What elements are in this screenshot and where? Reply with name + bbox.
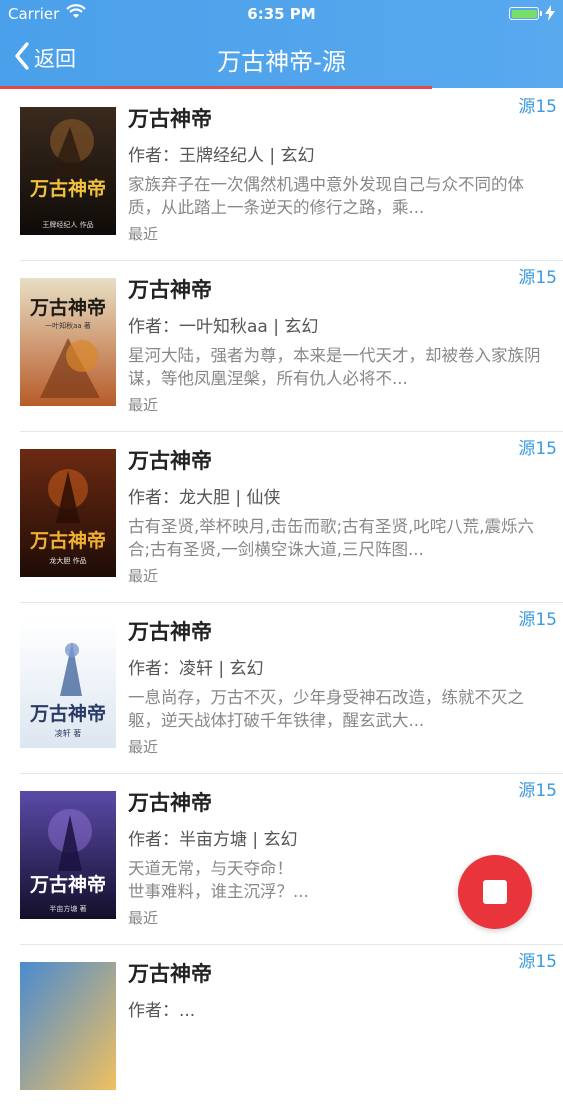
book-cover: 万古神帝 凌轩 著 [20,620,116,748]
latest-chapter: 最近 [128,396,159,414]
cover-author: 龙大胆 作品 [49,556,86,565]
cover-title: 万古神帝 [29,702,106,725]
book-meta: 作者：凌轩 | 玄幻 [128,659,264,679]
book-title: 万古神帝 [128,620,212,644]
source-badge: 源15 [518,781,557,801]
latest-chapter: 最近 [128,567,159,585]
list-item[interactable]: 万古神帝 王牌经纪人 作品 万古神帝 作者：王牌经纪人 | 玄幻 家族弃子在一次… [0,89,563,260]
book-description: 一息尚存，万古不灭，少年身受神石改造，练就不灭之躯，逆天战体打破千年铁律，醒玄武… [128,688,524,730]
latest-chapter: 最近 [128,225,159,243]
cover-title: 万古神帝 [29,177,106,200]
book-meta: 作者：王牌经纪人 | 玄幻 [128,146,315,166]
status-bar: Carrier 6:35 PM [0,0,563,30]
latest-chapter: 最近 [128,738,159,756]
book-description: 古有圣贤,举杯映月,击缶而歌;古有圣贤,叱咤八荒,震烁六合;古有圣贤,一剑横空诛… [128,517,535,559]
source-badge: 源15 [518,97,557,117]
source-badge: 源15 [518,952,557,972]
source-badge: 源15 [518,610,557,630]
charging-icon [545,5,555,25]
page-title: 万古神帝-源 [217,48,346,76]
source-badge: 源15 [518,268,557,288]
book-cover [20,962,116,1090]
cover-author: 凌轩 著 [55,728,82,738]
book-cover: 万古神帝 龙大胆 作品 [20,449,116,577]
book-cover: 万古神帝 一叶知秋aa 著 [20,278,116,406]
book-description: 星河大陆，强者为尊，本来是一代天才，却被卷入家族阴谋，等他凤凰涅槃，所有仇人必将… [128,346,541,388]
book-description: 家族弃子在一次偶然机遇中意外发现自己与众不同的体质，从此踏上一条逆天的修行之路，… [128,175,524,217]
cover-author: 王牌经纪人 作品 [42,220,93,229]
source-list: 万古神帝 王牌经纪人 作品 万古神帝 作者：王牌经纪人 | 玄幻 家族弃子在一次… [0,89,563,1115]
book-title: 万古神帝 [128,791,212,815]
stop-button[interactable] [458,855,532,929]
source-badge: 源15 [518,439,557,459]
battery-icon [509,7,542,20]
book-meta: 作者：龙大胆 | 仙侠 [128,488,281,508]
book-meta: 作者：半亩方塘 | 玄幻 [128,830,298,850]
cover-title: 万古神帝 [29,529,106,552]
list-item[interactable]: 万古神帝 一叶知秋aa 著 万古神帝 作者：一叶知秋aa | 玄幻 星河大陆，强… [0,260,563,431]
clock: 6:35 PM [247,5,316,23]
navigation-bar: 返回 万古神帝-源 [0,30,563,86]
book-title: 万古神帝 [128,449,212,473]
book-meta: 作者：一叶知秋aa | 玄幻 [128,317,319,337]
book-title: 万古神帝 [128,107,212,131]
cover-title: 万古神帝 [29,296,106,319]
list-item[interactable]: 万古神帝 凌轩 著 万古神帝 作者：凌轩 | 玄幻 一息尚存，万古不灭，少年身受… [0,602,563,773]
cover-author: 半亩方塘 著 [49,904,86,913]
cover-title: 万古神帝 [29,873,106,896]
book-title: 万古神帝 [128,962,212,986]
cover-author: 一叶知秋aa 著 [45,321,91,330]
latest-chapter: 最近 [128,909,159,927]
list-item[interactable]: 万古神帝 作者：... 源15 [0,944,563,1115]
book-cover: 万古神帝 半亩方塘 著 [20,791,116,919]
header: Carrier 6:35 PM 返回 万古神帝-源 [0,0,563,88]
stop-icon [483,880,507,904]
book-title: 万古神帝 [128,278,212,302]
book-cover: 万古神帝 王牌经纪人 作品 [20,107,116,235]
list-item[interactable]: 万古神帝 龙大胆 作品 万古神帝 作者：龙大胆 | 仙侠 古有圣贤,举杯映月,击… [0,431,563,602]
